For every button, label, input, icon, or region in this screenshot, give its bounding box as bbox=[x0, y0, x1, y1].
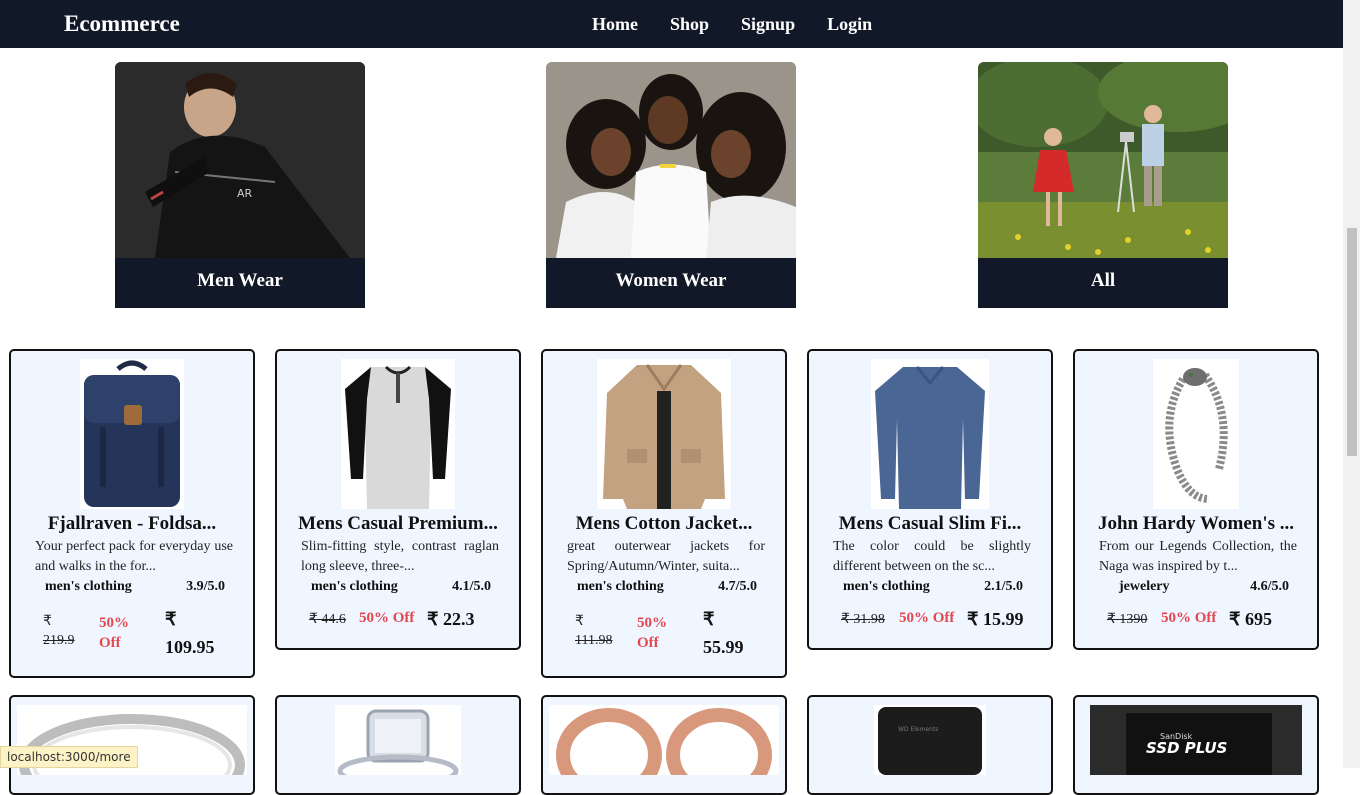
product-meta: men's clothing 2.1/5.0 bbox=[843, 579, 1023, 595]
navbar: Ecommerce Home Shop Signup Login bbox=[0, 0, 1343, 48]
product-card[interactable]: Mens Casual Slim Fi... The color could b… bbox=[807, 349, 1053, 650]
category-label: Women Wear bbox=[546, 258, 796, 308]
diamond-ring-icon bbox=[335, 705, 461, 775]
nav-login-link[interactable]: Login bbox=[827, 14, 872, 35]
old-price: 219.9 bbox=[43, 633, 75, 648]
kids-photo bbox=[978, 62, 1228, 258]
product-description: The color could be slightly different be… bbox=[833, 539, 1031, 574]
product-title[interactable]: Mens Casual Slim Fi... bbox=[809, 513, 1051, 535]
product-card[interactable] bbox=[541, 695, 787, 795]
old-price: 111.98 bbox=[575, 633, 613, 648]
product-description: From our Legends Collection, the Naga wa… bbox=[1099, 539, 1297, 574]
product-title[interactable]: Fjallraven - Foldsa... bbox=[11, 513, 253, 535]
product-meta: jewelery 4.6/5.0 bbox=[1109, 579, 1289, 595]
discount-badge: 50% Off bbox=[99, 615, 129, 651]
product-description: Your perfect pack for everyday use and w… bbox=[35, 539, 233, 574]
ssd-icon: SanDisk SSD PLUS bbox=[1090, 705, 1302, 775]
bracelet-icon bbox=[1153, 359, 1239, 509]
men-wear-photo: AR bbox=[115, 62, 365, 258]
svg-text:WD Elements: WD Elements bbox=[898, 726, 938, 733]
women-wear-photo bbox=[546, 62, 796, 258]
jacket-icon bbox=[597, 359, 731, 509]
currency-symbol: ₹ bbox=[165, 609, 177, 629]
product-category: men's clothing bbox=[45, 579, 132, 594]
product-rating: 4.6/5.0 bbox=[1250, 579, 1289, 594]
category-women-wear[interactable]: Women Wear bbox=[546, 62, 796, 308]
product-title[interactable]: Mens Casual Premium... bbox=[277, 513, 519, 535]
tshirt-icon bbox=[341, 359, 455, 509]
product-meta: men's clothing 4.1/5.0 bbox=[311, 579, 491, 595]
discount-badge: 50% Off bbox=[359, 610, 415, 626]
currency-symbol: ₹ bbox=[575, 614, 584, 629]
product-card[interactable]: SanDisk SSD PLUS bbox=[1073, 695, 1319, 795]
category-label: All bbox=[978, 258, 1228, 308]
product-description: great outerwear jackets for Spring/Autum… bbox=[567, 539, 765, 574]
currency-symbol: ₹ bbox=[703, 609, 715, 629]
product-card[interactable]: John Hardy Women's ... From our Legends … bbox=[1073, 349, 1319, 650]
product-description: Slim-fitting style, contrast raglan long… bbox=[301, 539, 499, 574]
product-title[interactable]: John Hardy Women's ... bbox=[1075, 513, 1317, 535]
current-price: 55.99 bbox=[703, 637, 744, 657]
brand-logo[interactable]: Ecommerce bbox=[64, 11, 180, 37]
product-rating: 2.1/5.0 bbox=[984, 579, 1023, 594]
product-rating: 4.1/5.0 bbox=[452, 579, 491, 594]
product-meta: men's clothing 3.9/5.0 bbox=[45, 579, 225, 595]
longsleeve-icon bbox=[871, 359, 989, 509]
nav-shop-link[interactable]: Shop bbox=[670, 14, 709, 35]
currency-symbol: ₹ bbox=[43, 614, 52, 629]
link-status-bar: localhost:3000/more bbox=[0, 746, 138, 768]
product-card[interactable]: Mens Casual Premium... Slim-fitting styl… bbox=[275, 349, 521, 650]
current-price: ₹ 15.99 bbox=[967, 609, 1024, 629]
rose-gold-earrings-icon bbox=[549, 705, 779, 775]
discount-badge: 50% Off bbox=[899, 610, 955, 626]
product-card[interactable] bbox=[275, 695, 521, 795]
product-category: men's clothing bbox=[577, 579, 664, 594]
discount-badge: 50% Off bbox=[637, 615, 667, 651]
discount-badge: 50% Off bbox=[1161, 610, 1217, 626]
backpack-icon bbox=[80, 359, 184, 509]
current-price: ₹ 22.3 bbox=[427, 609, 475, 629]
product-rating: 4.7/5.0 bbox=[718, 579, 757, 594]
product-category: men's clothing bbox=[311, 579, 398, 594]
product-category: jewelery bbox=[1119, 579, 1170, 594]
product-category: men's clothing bbox=[843, 579, 930, 594]
hard-drive-icon: WD Elements bbox=[874, 705, 986, 775]
product-card[interactable] bbox=[9, 695, 255, 795]
product-card[interactable]: Fjallraven - Foldsa... Your perfect pack… bbox=[9, 349, 255, 678]
category-label: Men Wear bbox=[115, 258, 365, 308]
old-price: ₹ 1390 bbox=[1107, 612, 1148, 627]
nav-home-link[interactable]: Home bbox=[592, 14, 638, 35]
nav-signup-link[interactable]: Signup bbox=[741, 14, 795, 35]
svg-text:AR: AR bbox=[237, 187, 253, 200]
svg-text:SSD PLUS: SSD PLUS bbox=[1146, 739, 1227, 757]
category-all[interactable]: All bbox=[978, 62, 1228, 308]
page-scrollbar[interactable] bbox=[1343, 0, 1360, 768]
product-title[interactable]: Mens Cotton Jacket... bbox=[543, 513, 785, 535]
category-men-wear[interactable]: AR Men Wear bbox=[115, 62, 365, 308]
old-price: ₹ 31.98 bbox=[841, 612, 885, 627]
current-price: 109.95 bbox=[165, 637, 215, 657]
scroll-thumb[interactable] bbox=[1347, 228, 1357, 456]
nav-links: Home Shop Signup Login bbox=[592, 14, 904, 35]
product-rating: 3.9/5.0 bbox=[186, 579, 225, 594]
current-price: ₹ 695 bbox=[1229, 609, 1272, 629]
old-price: ₹ 44.6 bbox=[309, 612, 346, 627]
product-card[interactable]: WD Elements bbox=[807, 695, 1053, 795]
product-meta: men's clothing 4.7/5.0 bbox=[577, 579, 757, 595]
product-card[interactable]: Mens Cotton Jacket... great outerwear ja… bbox=[541, 349, 787, 678]
